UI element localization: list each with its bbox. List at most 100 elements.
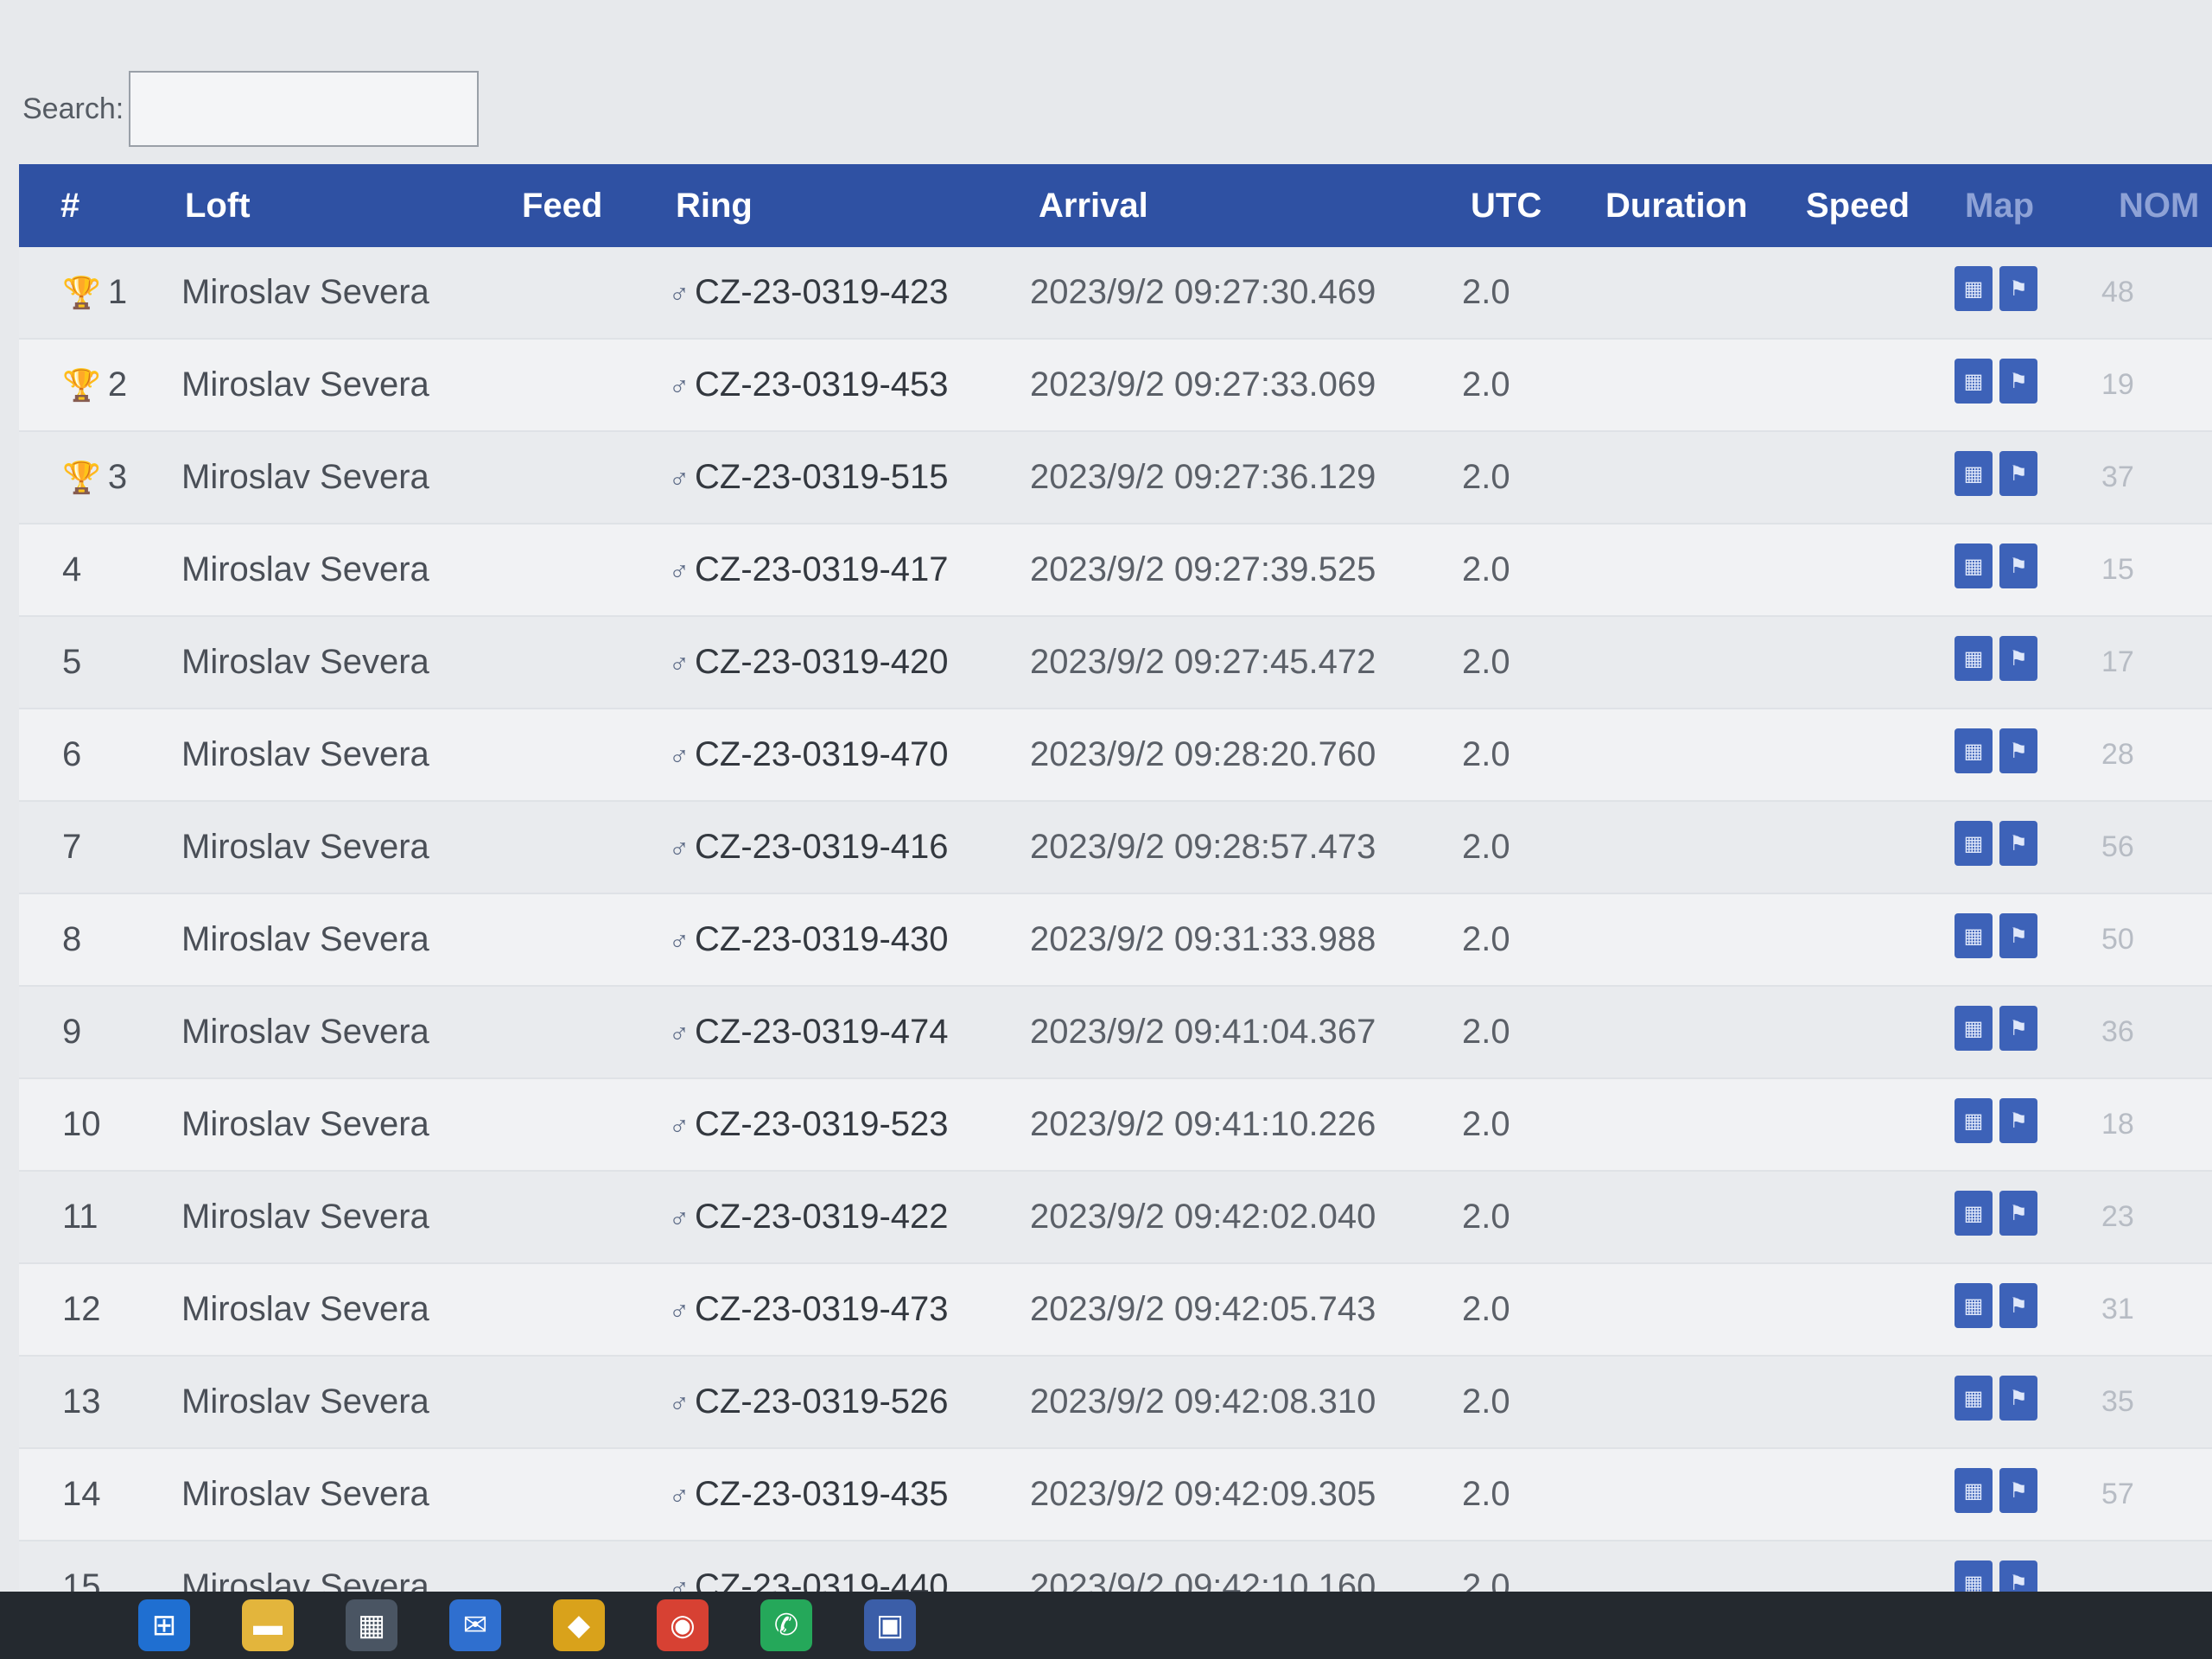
- table-row[interactable]: 14 Miroslav Severa ♂ CZ-23-0319-435 2023/…: [19, 1449, 2212, 1541]
- ring-value: CZ-23-0319-423: [695, 273, 949, 311]
- column-header-nom[interactable]: NOM: [2119, 164, 2199, 247]
- search-label: Search:: [22, 92, 124, 125]
- map-button[interactable]: ▦: [1955, 451, 1993, 496]
- column-header-rank[interactable]: #: [60, 164, 79, 247]
- table-row[interactable]: 10 Miroslav Severa ♂ CZ-23-0319-523 2023/…: [19, 1079, 2212, 1172]
- ring-value: CZ-23-0319-453: [695, 365, 949, 404]
- column-header-map[interactable]: Map: [1965, 164, 2034, 247]
- column-header-duration[interactable]: Duration: [1605, 164, 1747, 247]
- rank-value: 12: [62, 1290, 101, 1328]
- nom-cell: 19: [2101, 368, 2134, 401]
- male-icon: ♂: [669, 371, 690, 402]
- utc-cell: 2.0: [1462, 1198, 1510, 1236]
- table-row[interactable]: 12 Miroslav Severa ♂ CZ-23-0319-473 2023/…: [19, 1264, 2212, 1357]
- map-button[interactable]: ▦: [1955, 266, 1993, 311]
- flag-button[interactable]: ⚑: [1999, 728, 2037, 773]
- flag-button[interactable]: ⚑: [1999, 821, 2037, 866]
- table-row[interactable]: 5 Miroslav Severa ♂ CZ-23-0319-420 2023/9…: [19, 617, 2212, 709]
- male-icon: ♂: [669, 1110, 690, 1141]
- mail-icon[interactable]: ✉: [449, 1599, 501, 1651]
- column-header-speed[interactable]: Speed: [1806, 164, 1910, 247]
- rank-value: 13: [62, 1382, 101, 1421]
- store-icon[interactable]: ▦: [346, 1599, 397, 1651]
- arrival-cell: 2023/9/2 09:31:33.988: [1030, 920, 1376, 958]
- ring-value: CZ-23-0319-474: [695, 1013, 949, 1051]
- male-icon: ♂: [669, 1295, 690, 1326]
- nom-cell: 48: [2101, 276, 2134, 308]
- map-button[interactable]: ▦: [1955, 821, 1993, 866]
- column-header-utc[interactable]: UTC: [1471, 164, 1541, 247]
- flag-button[interactable]: ⚑: [1999, 1376, 2037, 1421]
- flag-button[interactable]: ⚑: [1999, 543, 2037, 588]
- table-row[interactable]: 13 Miroslav Severa ♂ CZ-23-0319-526 2023/…: [19, 1357, 2212, 1449]
- loft-cell: Miroslav Severa: [181, 1475, 429, 1513]
- ring-cell: ♂ CZ-23-0319-416: [669, 802, 949, 893]
- map-button[interactable]: ▦: [1955, 1191, 1993, 1236]
- map-button[interactable]: ▦: [1955, 728, 1993, 773]
- ring-cell: ♂ CZ-23-0319-420: [669, 617, 949, 708]
- map-button[interactable]: ▦: [1955, 636, 1993, 681]
- nom-cell: 57: [2101, 1478, 2134, 1510]
- norton-icon[interactable]: ◆: [553, 1599, 605, 1651]
- flag-button[interactable]: ⚑: [1999, 1283, 2037, 1328]
- table-row[interactable]: 7 Miroslav Severa ♂ CZ-23-0319-416 2023/9…: [19, 802, 2212, 894]
- rank-value: 7: [62, 828, 82, 866]
- male-icon: ♂: [669, 1480, 690, 1511]
- flag-button[interactable]: ⚑: [1999, 636, 2037, 681]
- map-button[interactable]: ▦: [1955, 1376, 1993, 1421]
- rank-value: 10: [62, 1105, 101, 1143]
- ring-cell: ♂ CZ-23-0319-453: [669, 340, 949, 430]
- map-button[interactable]: ▦: [1955, 1283, 1993, 1328]
- rank-cell: 5: [62, 617, 81, 708]
- male-icon: ♂: [669, 556, 690, 587]
- loft-cell: Miroslav Severa: [181, 1382, 429, 1421]
- column-header-feed[interactable]: Feed: [522, 164, 602, 247]
- flag-button[interactable]: ⚑: [1999, 1098, 2037, 1143]
- table-row[interactable]: 8 Miroslav Severa ♂ CZ-23-0319-430 2023/9…: [19, 894, 2212, 987]
- flag-button[interactable]: ⚑: [1999, 913, 2037, 958]
- rank-cell: 🏆 3: [62, 432, 127, 523]
- map-button[interactable]: ▦: [1955, 543, 1993, 588]
- rank-cell: 7: [62, 802, 81, 893]
- arrival-cell: 2023/9/2 09:41:04.367: [1030, 1013, 1376, 1051]
- flag-button[interactable]: ⚑: [1999, 1006, 2037, 1051]
- windows-icon[interactable]: ⊞: [138, 1599, 190, 1651]
- table-row[interactable]: 9 Miroslav Severa ♂ CZ-23-0319-474 2023/9…: [19, 987, 2212, 1079]
- table-row[interactable]: 🏆 1 Miroslav Severa ♂ CZ-23-0319-423 2023/…: [19, 247, 2212, 340]
- map-button[interactable]: ▦: [1955, 1468, 1993, 1513]
- flag-button[interactable]: ⚑: [1999, 451, 2037, 496]
- flag-button[interactable]: ⚑: [1999, 1468, 2037, 1513]
- network-app-icon[interactable]: ▣: [864, 1599, 916, 1651]
- map-cell: ▦ ⚑: [1955, 821, 2037, 868]
- file-explorer-icon[interactable]: ▬: [242, 1599, 294, 1651]
- flag-button[interactable]: ⚑: [1999, 359, 2037, 404]
- chrome-icon[interactable]: ◉: [657, 1599, 709, 1651]
- table-row[interactable]: 6 Miroslav Severa ♂ CZ-23-0319-470 2023/9…: [19, 709, 2212, 802]
- arrival-cell: 2023/9/2 09:27:45.472: [1030, 643, 1376, 681]
- table-row[interactable]: 🏆 3 Miroslav Severa ♂ CZ-23-0319-515 2023/…: [19, 432, 2212, 524]
- search-input[interactable]: [129, 71, 480, 147]
- map-button[interactable]: ▦: [1955, 913, 1993, 958]
- table-row[interactable]: 11 Miroslav Severa ♂ CZ-23-0319-422 2023/…: [19, 1172, 2212, 1264]
- table-row[interactable]: 🏆 2 Miroslav Severa ♂ CZ-23-0319-453 2023/…: [19, 340, 2212, 432]
- ring-cell: ♂ CZ-23-0319-422: [669, 1172, 949, 1262]
- nom-cell: 15: [2101, 553, 2134, 586]
- loft-cell: Miroslav Severa: [181, 643, 429, 681]
- results-table: # Loft Feed Ring Arrival UTC Duration Sp…: [19, 164, 2212, 1634]
- flag-button[interactable]: ⚑: [1999, 1191, 2037, 1236]
- map-button[interactable]: ▦: [1955, 1006, 1993, 1051]
- map-button[interactable]: ▦: [1955, 359, 1993, 404]
- map-cell: ▦ ⚑: [1955, 359, 2037, 405]
- rank-value: 5: [62, 643, 82, 681]
- nom-cell: 31: [2101, 1293, 2134, 1325]
- whatsapp-icon[interactable]: ✆: [760, 1599, 812, 1651]
- map-button[interactable]: ▦: [1955, 1098, 1993, 1143]
- column-header-loft[interactable]: Loft: [185, 164, 251, 247]
- table-row[interactable]: 4 Miroslav Severa ♂ CZ-23-0319-417 2023/9…: [19, 524, 2212, 617]
- flag-button[interactable]: ⚑: [1999, 266, 2037, 311]
- column-header-ring[interactable]: Ring: [676, 164, 753, 247]
- map-cell: ▦ ⚑: [1955, 1376, 2037, 1422]
- ring-cell: ♂ CZ-23-0319-474: [669, 987, 949, 1077]
- loft-cell: Miroslav Severa: [181, 1105, 429, 1143]
- column-header-arrival[interactable]: Arrival: [1039, 164, 1148, 247]
